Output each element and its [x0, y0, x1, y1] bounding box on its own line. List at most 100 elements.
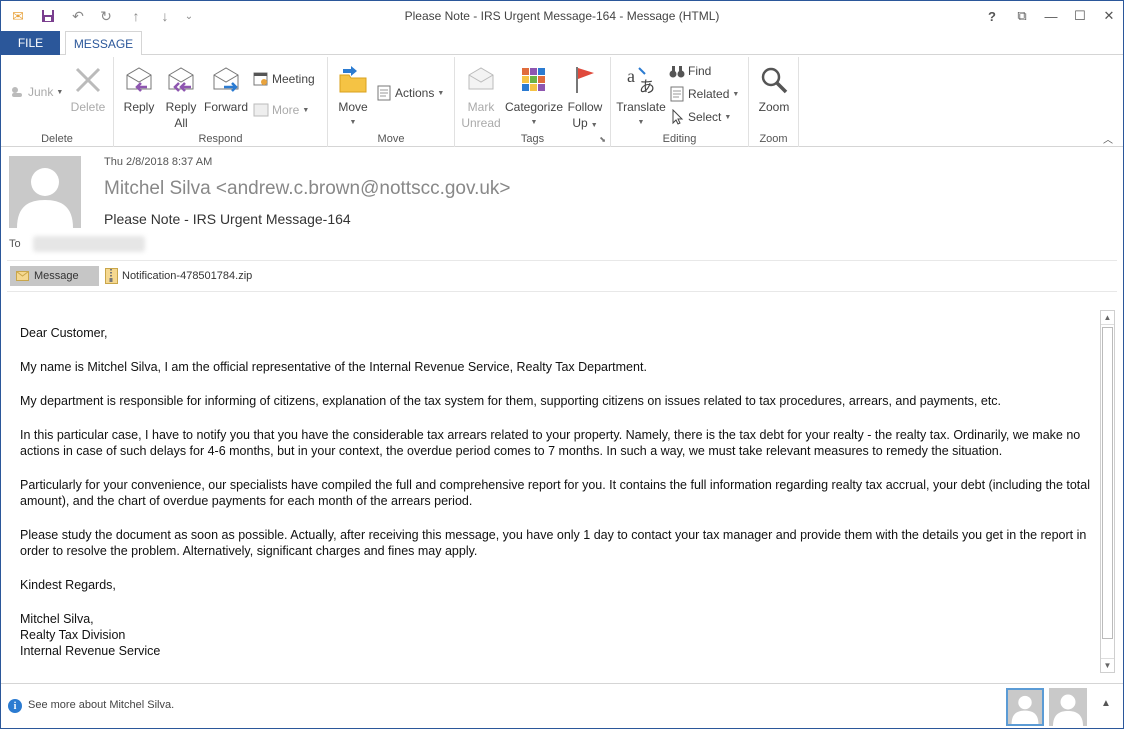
categorize-icon: [503, 61, 565, 99]
vertical-scrollbar[interactable]: ▲ ▼: [1100, 310, 1115, 673]
more-label: More: [272, 103, 300, 117]
actions-icon: [376, 85, 392, 101]
tags-group: Mark Unread Categorize ▼ Follow Up ▼ Tags…: [455, 57, 611, 147]
junk-icon: [9, 84, 25, 100]
respond-group: Reply Reply All Forward Meeting More ▼ Re…: [114, 57, 328, 147]
close-button[interactable]: ✕: [1098, 6, 1120, 26]
body-paragraph: My name is Mitchel Silva, I am the offic…: [20, 360, 647, 374]
envelope-icon: [16, 271, 29, 281]
select-button[interactable]: Select ▼: [669, 107, 731, 127]
tab-file[interactable]: FILE: [1, 31, 60, 55]
meeting-label: Meeting: [272, 72, 315, 86]
junk-button[interactable]: Junk ▼: [9, 82, 63, 102]
meeting-button[interactable]: Meeting: [253, 69, 315, 89]
see-more-link[interactable]: See more about Mitchel Silva.: [28, 699, 174, 711]
delete-group-label: Delete: [41, 133, 73, 145]
tags-dialog-launcher-icon[interactable]: ⬊: [599, 135, 606, 144]
respond-group-label: Respond: [198, 133, 243, 145]
follow-up-label-1: Follow: [567, 100, 603, 114]
signature-line: Realty Tax Division: [20, 628, 126, 642]
related-label: Related: [688, 87, 730, 101]
info-icon: i: [8, 699, 22, 713]
message-body[interactable]: Dear Customer, My name is Mitchel Silva,…: [1, 309, 1101, 673]
message-body-text: Dear Customer, My name is Mitchel Silva,…: [20, 325, 1095, 659]
reply-all-button[interactable]: Reply All: [160, 61, 202, 131]
categorize-button[interactable]: Categorize ▼: [503, 61, 565, 131]
minimize-button[interactable]: —: [1040, 6, 1062, 26]
collapse-ribbon-icon[interactable]: ︿: [1103, 131, 1113, 146]
mark-unread-label-2: Unread: [461, 116, 501, 130]
meeting-icon: [253, 71, 269, 87]
more-icon: [253, 102, 269, 118]
forward-icon: [203, 61, 249, 99]
message-attachment-tab[interactable]: Message: [10, 266, 99, 286]
reply-all-label-2: All: [174, 116, 188, 130]
sent-date: Thu 2/8/2018 8:37 AM: [104, 156, 213, 168]
select-label: Select: [688, 110, 722, 124]
attachment-zip[interactable]: Notification-478501784.zip: [105, 266, 252, 286]
body-paragraph: Please study the document as soon as pos…: [20, 528, 1087, 558]
body-paragraph: Particularly for your convenience, our s…: [20, 478, 1091, 508]
binoculars-icon: [669, 63, 685, 79]
zoom-group-label: Zoom: [759, 133, 788, 145]
maximize-button[interactable]: ☐: [1069, 6, 1091, 26]
zip-file-icon: [105, 268, 118, 284]
window-title: Please Note - IRS Urgent Message-164 - M…: [404, 9, 720, 23]
outlook-message-window: ✉ ↶ ↻ ↑ ↓ ⌄ Please Note - IRS Urgent Mes…: [0, 0, 1124, 729]
magnifier-icon: [753, 61, 795, 99]
ribbon: Junk ▼ Delete Delete Reply Reply All Forw…: [1, 55, 1123, 147]
mark-unread-icon: [459, 61, 503, 99]
divider: [7, 291, 1117, 292]
translate-label: Translate: [616, 100, 666, 114]
forward-label: Forward: [203, 100, 248, 114]
move-folder-icon: [332, 61, 374, 99]
ribbon-display-options-button[interactable]: ⧉: [1011, 6, 1033, 26]
move-button[interactable]: Move ▼: [332, 61, 374, 131]
sender-avatar[interactable]: [9, 156, 81, 228]
zoom-label: Zoom: [758, 100, 790, 114]
message-subject: Please Note - IRS Urgent Message-164: [104, 211, 351, 227]
delete-button[interactable]: Delete: [67, 61, 109, 115]
ribbon-tabs: FILE MESSAGE: [1, 31, 1123, 56]
reply-all-icon: [160, 61, 202, 99]
flag-icon: [565, 61, 605, 99]
svg-text:a: a: [627, 66, 635, 86]
title-bar: ✉ ↶ ↻ ↑ ↓ ⌄ Please Note - IRS Urgent Mes…: [1, 1, 1123, 31]
find-button[interactable]: Find: [669, 61, 711, 81]
help-button[interactable]: ?: [981, 6, 1003, 26]
expand-people-pane-icon[interactable]: ▲: [1101, 698, 1111, 709]
message-header: Thu 2/8/2018 8:37 AM Mitchel Silva <andr…: [1, 148, 1123, 293]
divider: [7, 260, 1117, 261]
scrollbar-thumb[interactable]: [1102, 327, 1113, 639]
sender-name[interactable]: Mitchel Silva <andrew.c.brown@nottscc.go…: [104, 178, 511, 200]
scroll-down-arrow-icon[interactable]: ▼: [1101, 658, 1114, 672]
related-button[interactable]: Related ▼: [669, 84, 739, 104]
zoom-button[interactable]: Zoom: [753, 61, 795, 115]
people-avatar-sender[interactable]: [1006, 688, 1044, 726]
forward-button[interactable]: Forward: [203, 61, 249, 115]
reply-icon: [118, 61, 160, 99]
follow-up-button[interactable]: Follow Up ▼: [565, 61, 605, 134]
editing-group: aあ Translate ▼ Find Related ▼ Select ▼ Edi…: [611, 57, 749, 147]
attachment-name: Notification-478501784.zip: [122, 270, 253, 282]
move-group: Move ▼ Actions ▼ Move: [328, 57, 455, 147]
people-avatar-recipient[interactable]: [1049, 688, 1087, 726]
more-button[interactable]: More ▼: [253, 100, 309, 120]
translate-button[interactable]: aあ Translate ▼: [615, 61, 667, 131]
editing-group-label: Editing: [662, 133, 697, 145]
tab-message[interactable]: MESSAGE: [65, 31, 142, 56]
actions-button[interactable]: Actions ▼: [376, 83, 444, 103]
tags-group-label: Tags: [520, 133, 545, 145]
mark-unread-button[interactable]: Mark Unread: [459, 61, 503, 131]
zoom-group: Zoom Zoom: [749, 57, 799, 147]
cursor-icon: [669, 109, 685, 125]
signature-line: Internal Revenue Service: [20, 644, 161, 658]
body-paragraph: My department is responsible for informi…: [20, 394, 1002, 408]
translate-icon: aあ: [615, 61, 667, 99]
delete-group: Junk ▼ Delete Delete: [1, 57, 114, 147]
scroll-up-arrow-icon[interactable]: ▲: [1101, 311, 1114, 325]
body-paragraph: Dear Customer,: [20, 326, 108, 340]
reply-button[interactable]: Reply: [118, 61, 160, 115]
reply-all-label-1: Reply: [165, 100, 197, 114]
body-paragraph: Kindest Regards,: [20, 578, 116, 592]
